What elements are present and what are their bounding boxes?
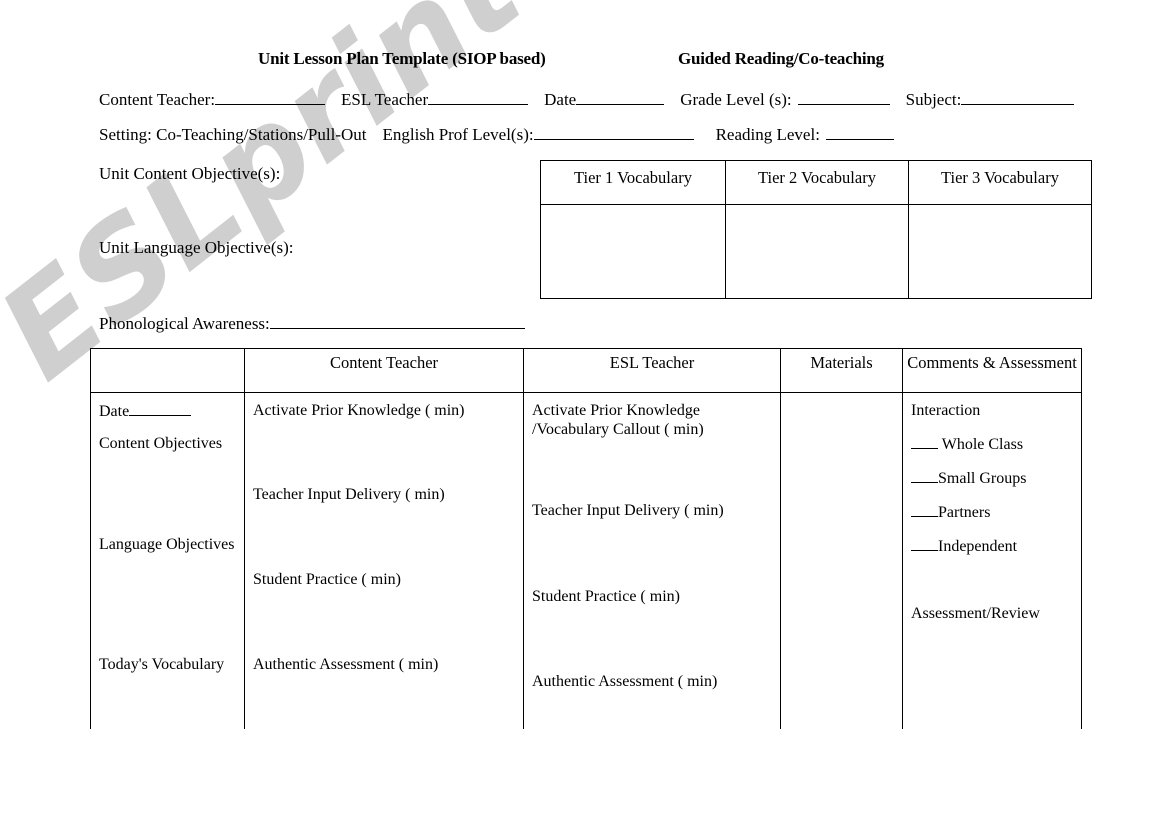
date-label: Date <box>544 90 577 109</box>
content-teacher-label: Content Teacher: <box>99 90 216 109</box>
phonological-awareness-blank[interactable] <box>269 313 525 329</box>
info-line-1: Content Teacher: ESL Teacher Date Grade Lev… <box>99 89 1075 110</box>
unit-content-objective-label: Unit Content Objective(s): <box>99 164 281 183</box>
vocabulary-table-header-row: Tier 1 Vocabulary Tier 2 Vocabulary Tier… <box>540 160 1092 205</box>
independent-label: Independent <box>938 538 1018 555</box>
vocabulary-table-body-row <box>540 204 1092 299</box>
column-header-content-teacher: Content Teacher <box>244 348 524 393</box>
vocabulary-table: Tier 1 Vocabulary Tier 2 Vocabulary Tier… <box>540 160 1092 299</box>
esl-activate-prior-knowledge-line1: Activate Prior Knowledge <box>532 402 700 419</box>
column-header-blank <box>90 348 245 393</box>
lesson-plan-table: Content Teacher ESL Teacher Materials Co… <box>90 348 1082 742</box>
date-row-label: Date <box>99 403 130 420</box>
esl-teacher-blank[interactable] <box>428 89 529 105</box>
cell-materials[interactable] <box>780 392 903 742</box>
phonological-awareness-label: Phonological Awareness: <box>99 314 270 333</box>
info-line-2: Setting: Co-Teaching/Stations/Pull-Out En… <box>99 124 894 145</box>
esl-teacher-label: ESL Teacher <box>341 90 429 109</box>
todays-vocabulary-label: Today's Vocabulary <box>99 656 225 673</box>
cell-esl-teacher[interactable]: Activate Prior Knowledge /Vocabulary Cal… <box>523 392 781 742</box>
vocab-header-tier2: Tier 2 Vocabulary <box>725 160 909 205</box>
vocab-header-tier1: Tier 1 Vocabulary <box>540 160 726 205</box>
page-title-right: Guided Reading/Co-teaching <box>678 49 884 68</box>
cell-lesson-meta[interactable]: Date Content Objectives Language Objecti… <box>90 392 245 742</box>
vocab-header-tier3: Tier 3 Vocabulary <box>908 160 1092 205</box>
lesson-plan-header-row: Content Teacher ESL Teacher Materials Co… <box>90 348 1082 393</box>
esl-authentic-assessment: Authentic Assessment ( min) <box>532 673 718 690</box>
independent-blank[interactable] <box>911 536 938 551</box>
setting-label: Setting: Co-Teaching/Stations/Pull-Out <box>99 125 367 144</box>
interaction-label: Interaction <box>911 402 981 419</box>
option-whole-class[interactable]: Whole Class <box>911 434 1023 455</box>
date-blank[interactable] <box>576 89 665 105</box>
column-header-comments-assessment: Comments & Assessment <box>902 348 1082 393</box>
document-page: ESLprintables.com Unit Lesson Plan Templ… <box>0 0 1169 821</box>
cell-content-teacher[interactable]: Activate Prior Knowledge ( min) Teacher … <box>244 392 524 742</box>
option-independent[interactable]: Independent <box>911 536 1017 557</box>
whole-class-label: Whole Class <box>941 436 1024 453</box>
ct-authentic-assessment: Authentic Assessment ( min) <box>253 656 439 673</box>
option-small-groups[interactable]: Small Groups <box>911 468 1026 489</box>
english-prof-level-label: English Prof Level(s): <box>382 125 534 144</box>
english-prof-level-blank[interactable] <box>533 124 694 140</box>
vocab-cell-tier1[interactable] <box>540 204 726 299</box>
partners-blank[interactable] <box>911 502 938 517</box>
phonological-awareness-line: Phonological Awareness: <box>99 313 525 334</box>
ct-teacher-input-delivery: Teacher Input Delivery ( min) <box>253 486 445 503</box>
page-title-left: Unit Lesson Plan Template (SIOP based) <box>258 49 546 68</box>
reading-level-blank[interactable] <box>825 124 894 140</box>
page-bottom-cutoff <box>0 729 1169 821</box>
date-row: Date <box>99 401 192 422</box>
column-header-materials: Materials <box>780 348 903 393</box>
vocab-cell-tier2[interactable] <box>725 204 909 299</box>
esl-student-practice: Student Practice ( min) <box>532 588 680 605</box>
lesson-plan-body-row: Date Content Objectives Language Objecti… <box>90 392 1082 742</box>
content-objectives-label: Content Objectives <box>99 435 223 452</box>
cell-comments-assessment[interactable]: Interaction Whole Class Small Groups Par… <box>902 392 1082 742</box>
ct-student-practice: Student Practice ( min) <box>253 571 401 588</box>
vocab-cell-tier3[interactable] <box>908 204 1092 299</box>
reading-level-label: Reading Level: <box>715 125 820 144</box>
subject-label: Subject: <box>905 90 962 109</box>
subject-blank[interactable] <box>961 89 1075 105</box>
column-header-esl-teacher: ESL Teacher <box>523 348 781 393</box>
language-objectives-label: Language Objectives <box>99 536 235 553</box>
esl-activate-prior-knowledge-line2: /Vocabulary Callout ( min) <box>532 421 704 438</box>
unit-language-objective-label: Unit Language Objective(s): <box>99 238 294 257</box>
small-groups-blank[interactable] <box>911 468 938 483</box>
grade-level-blank[interactable] <box>797 89 890 105</box>
assessment-review-label: Assessment/Review <box>911 605 1040 622</box>
whole-class-blank[interactable] <box>911 434 938 449</box>
esl-teacher-input-delivery: Teacher Input Delivery ( min) <box>532 502 724 519</box>
grade-level-label: Grade Level (s): <box>680 90 792 109</box>
ct-activate-prior-knowledge: Activate Prior Knowledge ( min) <box>253 402 465 419</box>
content-teacher-blank[interactable] <box>215 89 326 105</box>
small-groups-label: Small Groups <box>938 470 1027 487</box>
option-partners[interactable]: Partners <box>911 502 990 523</box>
date-row-blank[interactable] <box>129 401 192 416</box>
partners-label: Partners <box>938 504 991 521</box>
